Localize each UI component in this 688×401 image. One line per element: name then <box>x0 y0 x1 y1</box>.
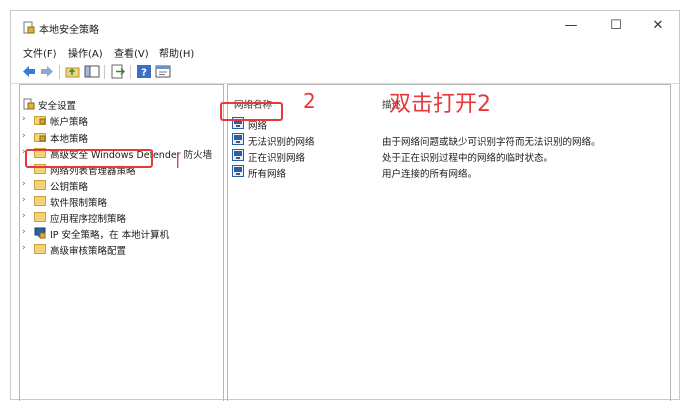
details-list: 网络名称 描述 网络 无法识别的网络 由于网络问题或缺少可识别字符而无法识别的网… <box>227 84 671 401</box>
toolbar-separator <box>130 65 131 79</box>
toolbar-separator <box>104 65 105 79</box>
app-window: 本地安全策略 — ☐ ✕ 文件(F) 操作(A) 查看(V) 帮助(H) ? 安… <box>10 10 680 401</box>
properties-icon[interactable] <box>155 64 171 79</box>
help-icon[interactable]: ? <box>136 64 152 79</box>
policy-folder-icon <box>34 116 46 125</box>
chevron-right-icon[interactable]: › <box>22 131 30 141</box>
menu-help[interactable]: 帮助(H) <box>159 45 194 60</box>
tree-item-label: 帐户策略 <box>50 117 89 128</box>
network-name: 无法识别的网络 <box>248 137 315 148</box>
show-hide-tree-icon[interactable] <box>84 64 100 79</box>
title-bar: 本地安全策略 — ☐ ✕ <box>11 11 679 43</box>
menu-view[interactable]: 查看(V) <box>114 45 149 60</box>
navigation-tree: 安全设置 › 帐户策略 › 本地策略 › 高级安全 Windows Defend… <box>19 84 224 401</box>
folder-icon <box>34 180 46 190</box>
tree-item-account-policies[interactable]: › 帐户策略 <box>20 112 220 128</box>
close-button[interactable]: ✕ <box>643 15 673 37</box>
chevron-right-icon[interactable]: › <box>22 114 30 124</box>
menu-file[interactable]: 文件(F) <box>23 45 57 60</box>
tree-item-label: 应用程序控制策略 <box>50 214 127 225</box>
minimize-button[interactable]: — <box>556 15 586 37</box>
annotation-mark-2: 2 <box>303 89 316 113</box>
tree-item-label: 本地策略 <box>50 134 89 145</box>
network-icon <box>232 149 244 161</box>
menu-bar: 文件(F) 操作(A) 查看(V) 帮助(H) <box>11 43 679 61</box>
svg-text:?: ? <box>141 68 147 79</box>
tree-item-label: 软件限制策略 <box>50 198 108 209</box>
tree-item-local-policies[interactable]: › 本地策略 <box>20 129 220 145</box>
up-folder-icon[interactable] <box>65 64 81 79</box>
annotation-instruction: 双击打开2 <box>389 92 491 117</box>
network-description: 处于正在识别过程中的网络的临时状态。 <box>382 153 554 164</box>
list-row-network[interactable]: 网络 <box>232 116 662 132</box>
chevron-right-icon[interactable]: › <box>22 179 30 189</box>
list-row-identifying[interactable]: 正在识别网络 处于正在识别过程中的网络的临时状态。 <box>232 148 662 164</box>
chevron-right-icon[interactable]: › <box>22 211 30 221</box>
tree-item-ip-security[interactable]: › IP 安全策略，在 本地计算机 <box>20 225 220 241</box>
security-policy-icon <box>23 21 35 34</box>
tree-item-label: IP 安全策略，在 本地计算机 <box>50 230 170 241</box>
network-icon <box>232 133 244 145</box>
export-icon[interactable] <box>110 64 126 79</box>
tree-item-app-control[interactable]: › 应用程序控制策略 <box>20 209 220 225</box>
tree-item-label: 公钥策略 <box>50 182 89 193</box>
network-name: 所有网络 <box>248 169 287 180</box>
annotation-box-tree <box>25 149 153 168</box>
network-description: 由于网络问题或缺少可识别字符而无法识别的网络。 <box>382 137 601 148</box>
back-icon[interactable] <box>21 64 37 79</box>
network-name: 正在识别网络 <box>248 153 306 164</box>
chevron-right-icon[interactable]: › <box>22 195 30 205</box>
window-title: 本地安全策略 <box>39 25 99 36</box>
chevron-right-icon[interactable]: › <box>22 243 30 253</box>
list-row-all-networks[interactable]: 所有网络 用户连接的所有网络。 <box>232 164 662 180</box>
toolbar: ? <box>11 61 679 84</box>
toolbar-separator <box>59 65 60 79</box>
forward-icon[interactable] <box>39 64 55 79</box>
annotation-mark-1: | <box>175 149 181 168</box>
tree-item-public-key[interactable]: › 公钥策略 <box>20 177 220 193</box>
policy-folder-icon <box>34 133 46 142</box>
chevron-right-icon[interactable]: › <box>22 227 30 237</box>
ip-security-icon <box>34 227 46 239</box>
network-description: 用户连接的所有网络。 <box>382 169 478 180</box>
folder-icon <box>34 244 46 254</box>
list-row-unidentified[interactable]: 无法识别的网络 由于网络问题或缺少可识别字符而无法识别的网络。 <box>232 132 662 148</box>
network-icon <box>232 165 244 177</box>
folder-icon <box>34 212 46 222</box>
maximize-button[interactable]: ☐ <box>601 15 631 37</box>
folder-icon <box>34 196 46 206</box>
tree-item-label: 高级审核策略配置 <box>50 246 127 257</box>
tree-root[interactable]: 安全设置 <box>20 96 220 112</box>
tree-item-software-restriction[interactable]: › 软件限制策略 <box>20 193 220 209</box>
annotation-box-network <box>220 102 283 121</box>
tree-item-advanced-audit[interactable]: › 高级审核策略配置 <box>20 241 220 257</box>
menu-action[interactable]: 操作(A) <box>68 45 103 60</box>
tree-root-label: 安全设置 <box>38 101 77 112</box>
security-settings-icon <box>23 98 35 110</box>
